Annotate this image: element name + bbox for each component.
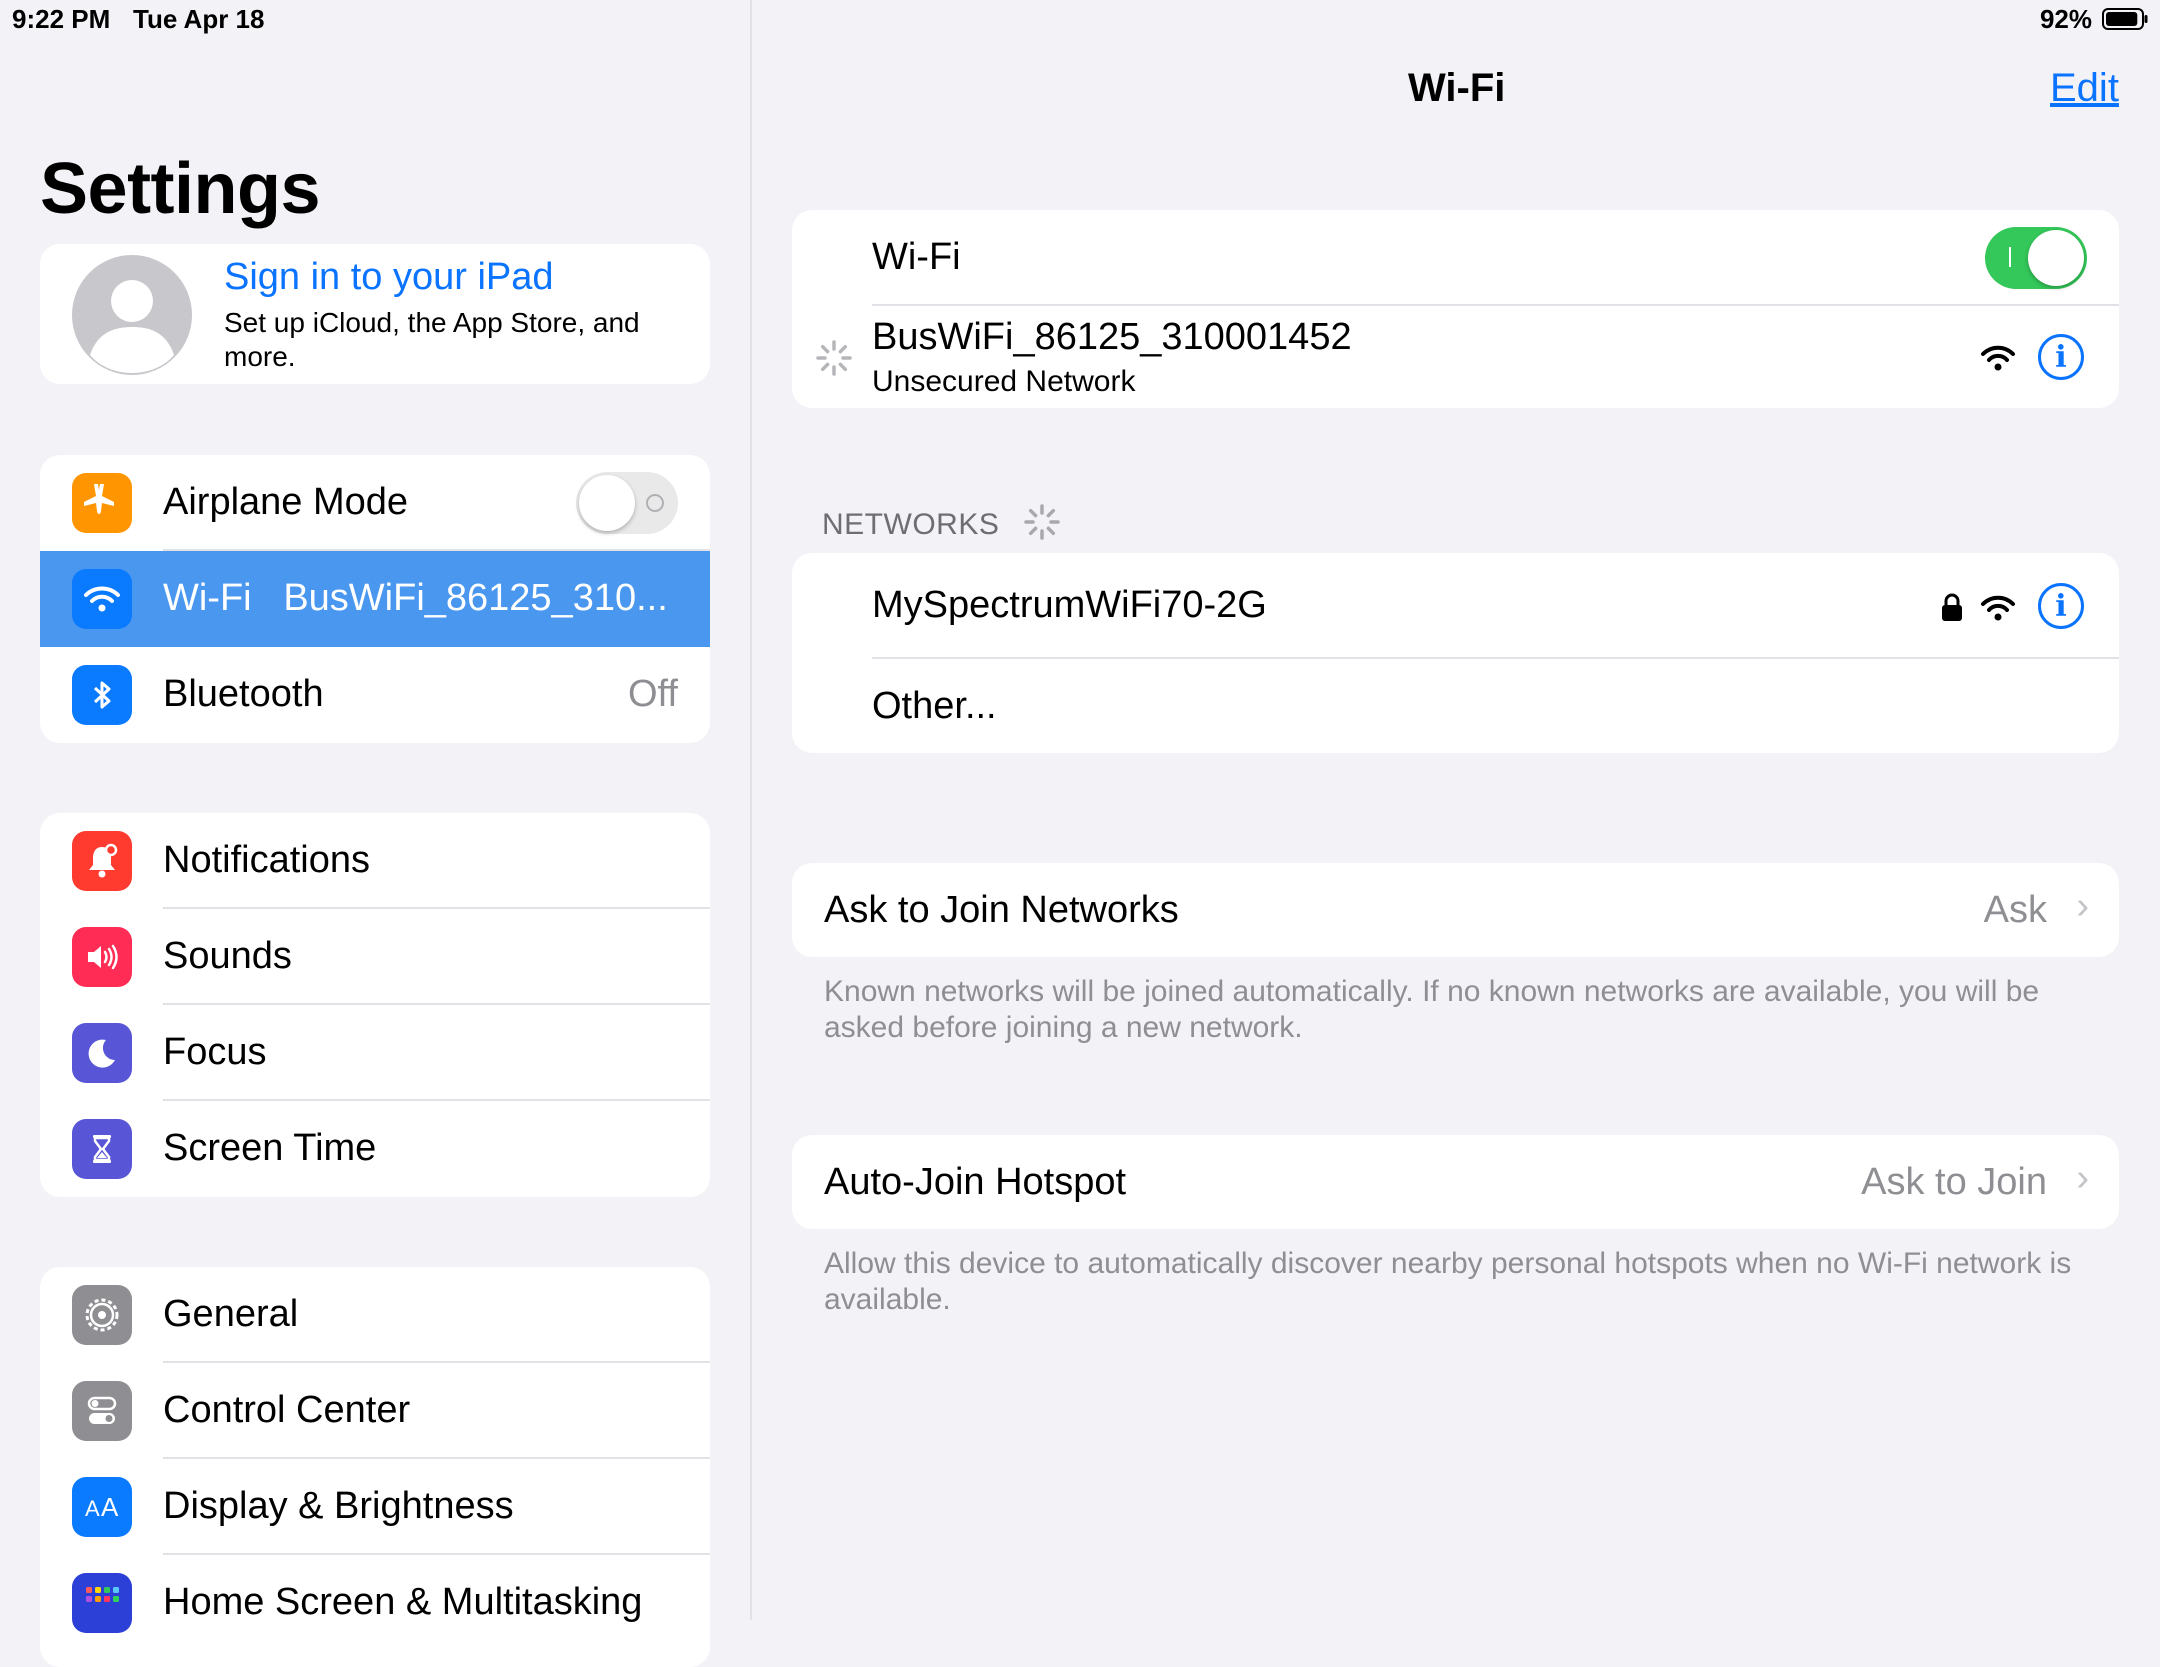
other-network-row[interactable]: Other... xyxy=(792,659,2119,753)
wifi-toggle-label: Wi-Fi xyxy=(872,236,961,278)
auto-join-hotspot-footer: Allow this device to automatically disco… xyxy=(824,1247,2072,1316)
wifi-current-network: BusWiFi_86125_310... xyxy=(283,577,668,619)
app-grid-icon xyxy=(72,1573,132,1633)
sign-in-card[interactable]: Sign in to your iPad Set up iCloud, the … xyxy=(40,244,710,384)
speaker-icon xyxy=(72,927,132,987)
sounds-label: Sounds xyxy=(163,935,292,977)
network-row[interactable]: MySpectrumWiFi70-2G i xyxy=(792,553,2119,657)
focus-label: Focus xyxy=(163,1031,267,1073)
current-network-info-button[interactable]: i xyxy=(2038,334,2084,380)
other-network-label: Other... xyxy=(872,685,997,727)
sidebar-item-wifi[interactable]: Wi-Fi BusWiFi_86125_310... xyxy=(40,551,710,647)
connectivity-group: Airplane Mode Wi-Fi BusWiFi_86125_310...… xyxy=(40,455,710,743)
sidebar-item-focus[interactable]: Focus xyxy=(40,1005,710,1101)
hourglass-icon xyxy=(72,1119,132,1179)
battery-icon xyxy=(2102,8,2148,30)
scanning-spinner-icon xyxy=(1024,504,1060,540)
status-date: Tue Apr 18 xyxy=(133,4,265,34)
lock-icon xyxy=(1942,593,1962,621)
current-network-status: Unsecured Network xyxy=(872,365,1136,398)
ask-to-join-row[interactable]: Ask to Join Networks Ask › xyxy=(792,863,2119,957)
moon-icon xyxy=(72,1023,132,1083)
wifi-signal-icon xyxy=(1981,595,2015,621)
sign-in-subtitle: Set up iCloud, the App Store, and more. xyxy=(224,307,640,372)
sidebar-item-sounds[interactable]: Sounds xyxy=(40,909,710,1005)
text-size-icon: AA xyxy=(72,1477,132,1537)
wifi-toggle[interactable] xyxy=(1985,227,2087,289)
switches-icon xyxy=(72,1381,132,1441)
ask-to-join-value: Ask xyxy=(1983,889,2047,931)
sidebar-item-control-center[interactable]: Control Center xyxy=(40,1363,710,1459)
ask-to-join-footer: Known networks will be joined automatica… xyxy=(824,975,2040,1044)
network-info-button[interactable]: i xyxy=(2038,583,2084,629)
sidebar-item-bluetooth[interactable]: Bluetooth Off xyxy=(40,647,710,743)
general-label: General xyxy=(163,1293,299,1335)
gear-icon xyxy=(72,1285,132,1345)
sidebar-item-home-screen[interactable]: Home Screen & Multitasking xyxy=(40,1555,710,1651)
svg-text:A: A xyxy=(101,1492,119,1522)
wifi-icon xyxy=(72,569,132,629)
networks-header: NETWORKS xyxy=(822,502,1062,542)
wifi-card: Wi-Fi BusWiFi_86125_310001452 Unsecured … xyxy=(792,210,2119,408)
sidebar-item-display-brightness[interactable]: AA Display & Brightness xyxy=(40,1459,710,1555)
notifications-label: Notifications xyxy=(163,839,370,881)
sidebar-item-general[interactable]: General xyxy=(40,1267,710,1363)
chevron-right-icon: › xyxy=(2076,885,2089,927)
wifi-label: Wi-Fi BusWiFi_86125_310... xyxy=(163,577,668,619)
screen-time-label: Screen Time xyxy=(163,1127,377,1169)
current-network-name[interactable]: BusWiFi_86125_310001452 xyxy=(872,316,1352,359)
page-title: Settings xyxy=(40,149,321,229)
network-name: MySpectrumWiFi70-2G xyxy=(872,584,1267,626)
auto-join-hotspot-row[interactable]: Auto-Join Hotspot Ask to Join › xyxy=(792,1135,2119,1229)
home-screen-label: Home Screen & Multitasking xyxy=(163,1581,643,1623)
pane-divider xyxy=(750,0,752,1620)
ask-to-join-label: Ask to Join Networks xyxy=(824,889,1179,931)
airplane-mode-toggle[interactable] xyxy=(576,472,678,534)
connecting-spinner-icon xyxy=(816,340,852,376)
nav-title: Wi-Fi xyxy=(1408,66,1506,110)
auto-join-hotspot-value: Ask to Join xyxy=(1861,1161,2047,1203)
edit-button[interactable]: Edit xyxy=(2050,66,2119,111)
networks-list: MySpectrumWiFi70-2G i Other... xyxy=(792,553,2119,753)
control-center-label: Control Center xyxy=(163,1389,411,1431)
svg-text:A: A xyxy=(85,1496,100,1521)
avatar xyxy=(72,255,192,375)
airplane-mode-label: Airplane Mode xyxy=(163,481,409,523)
bluetooth-status: Off xyxy=(628,673,678,715)
system-group: General Control Center AA Display & Brig… xyxy=(40,1267,710,1667)
battery-percentage: 92% xyxy=(2039,4,2092,34)
wifi-signal-icon xyxy=(1981,345,2015,371)
alerts-group: Notifications Sounds Focus Screen Time xyxy=(40,813,710,1197)
sidebar-item-airplane-mode[interactable]: Airplane Mode xyxy=(40,455,710,551)
chevron-right-icon: › xyxy=(2076,1157,2089,1199)
status-time: 9:22 PM xyxy=(12,4,111,34)
bell-icon xyxy=(72,831,132,891)
display-brightness-label: Display & Brightness xyxy=(163,1485,514,1527)
auto-join-hotspot-label: Auto-Join Hotspot xyxy=(824,1161,1127,1203)
bluetooth-label: Bluetooth xyxy=(163,673,324,715)
sign-in-title: Sign in to your iPad xyxy=(224,256,554,298)
battery-fill-bar xyxy=(2106,12,2138,26)
airplane-icon xyxy=(72,473,132,533)
sidebar-item-screen-time[interactable]: Screen Time xyxy=(40,1101,710,1197)
bluetooth-icon xyxy=(72,665,132,725)
sidebar-item-notifications[interactable]: Notifications xyxy=(40,813,710,909)
